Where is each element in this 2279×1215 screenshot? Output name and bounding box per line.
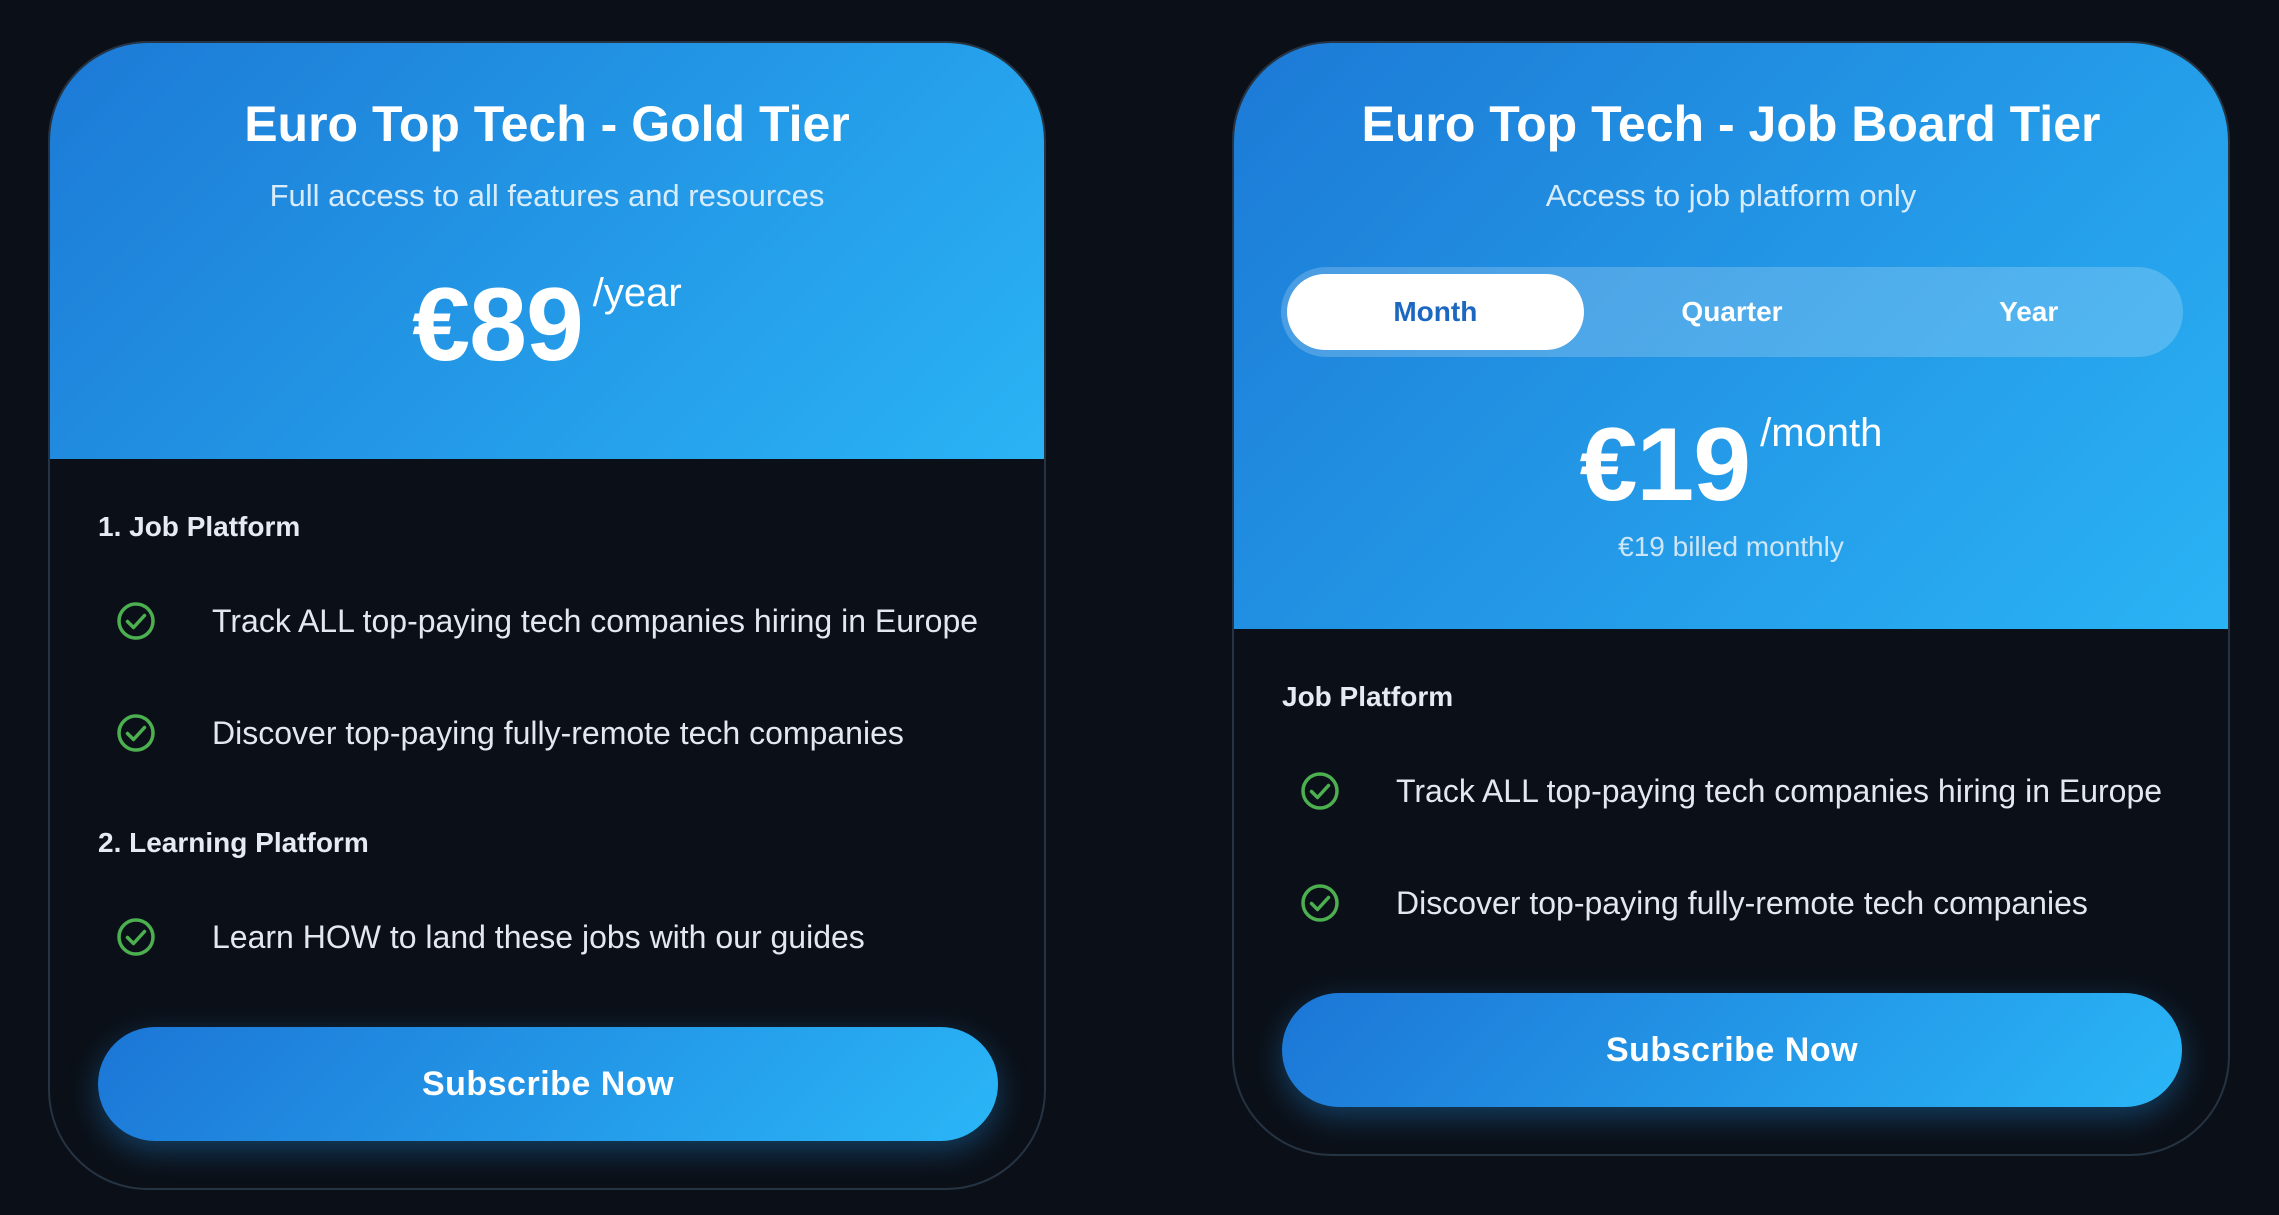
gold-tier-card: Euro Top Tech - Gold Tier Full access to… [48,41,1046,1190]
plan-title: Euro Top Tech - Job Board Tier [1361,96,2101,152]
billing-option-quarter[interactable]: Quarter [1584,274,1881,350]
feature-item: Learn HOW to land these jobs with our gu… [116,917,865,957]
check-circle-icon [1300,883,1340,923]
plan-title: Euro Top Tech - Gold Tier [244,96,850,152]
feature-item: Track ALL top-paying tech companies hiri… [1300,771,2162,811]
check-circle-icon [116,601,156,641]
check-circle-icon [1300,771,1340,811]
check-circle-icon [116,713,156,753]
billing-period-toggle: Month Quarter Year [1281,267,2183,357]
billing-option-month[interactable]: Month [1287,274,1584,350]
subscribe-button[interactable]: Subscribe Now [1282,993,2182,1107]
check-circle-icon [116,917,156,957]
feature-text: Discover top-paying fully-remote tech co… [1396,884,2088,921]
billing-option-year[interactable]: Year [1880,274,2177,350]
job-board-tier-header: Euro Top Tech - Job Board Tier Access to… [1234,43,2228,629]
gold-tier-header: Euro Top Tech - Gold Tier Full access to… [50,43,1044,459]
feature-text: Learn HOW to land these jobs with our gu… [212,918,865,955]
feature-text: Track ALL top-paying tech companies hiri… [1396,772,2163,809]
section-title-learning-platform: 2. Learning Platform [98,827,369,858]
feature-item: Discover top-paying fully-remote tech co… [1300,883,2088,923]
feature-text: Track ALL top-paying tech companies hiri… [212,602,979,639]
plan-subtitle: Full access to all features and resource… [269,178,825,213]
section-title-job-platform: 1. Job Platform [98,511,301,542]
feature-text: Discover top-paying fully-remote tech co… [212,714,904,751]
price-amount: €89 [412,267,584,383]
price-row: €89 /year [50,273,1044,377]
plan-subtitle: Access to job platform only [1545,178,1917,213]
price-period: /year [592,271,682,315]
price-period: /month [1760,411,1883,455]
section-title-job-platform: Job Platform [1282,681,1454,712]
billing-note: €19 billed monthly [1618,531,1844,562]
feature-item: Discover top-paying fully-remote tech co… [116,713,904,753]
price-amount: €19 [1579,407,1752,523]
job-board-tier-card: Euro Top Tech - Job Board Tier Access to… [1232,41,2230,1156]
price-row: €19 /month [1234,413,2228,517]
feature-item: Track ALL top-paying tech companies hiri… [116,601,978,641]
subscribe-button[interactable]: Subscribe Now [98,1027,998,1141]
